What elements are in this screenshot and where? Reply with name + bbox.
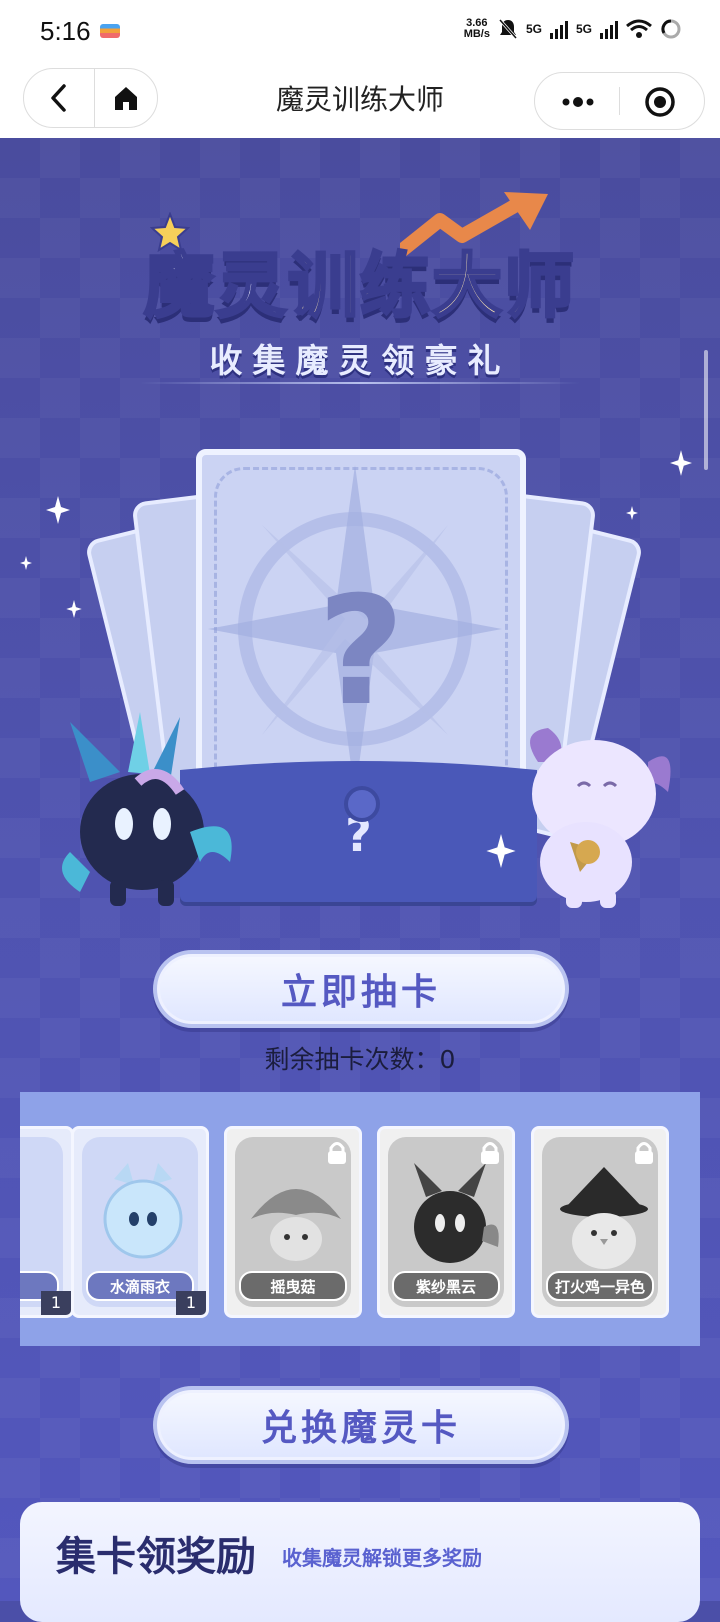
- fire-chicken-creature-image: [560, 1167, 648, 1269]
- card-name-bar: 摇曳菇: [239, 1271, 347, 1301]
- status-bar: 5:16 3.66 MB/s 5G 5G: [0, 0, 720, 64]
- sparkle-icon: [626, 506, 638, 520]
- sparkle-icon: [20, 556, 32, 570]
- status-time: 5:16: [40, 16, 91, 46]
- card-count-badge: 1: [41, 1291, 71, 1315]
- battery-ring-icon: [661, 19, 681, 39]
- reward-subtitle: 收集魔灵解锁更多奖励: [282, 1546, 482, 1570]
- draw-card-label: 立即抽卡: [280, 972, 441, 1013]
- water-drop-creature-image: [103, 1163, 183, 1259]
- black-cloud-creature-image: [414, 1163, 499, 1263]
- card-collection-strip[interactable]: 1 水滴雨衣 1 摇曳菇 紫纱黑云 打火鸡一异色: [20, 1092, 700, 1346]
- sparkle-icon: [670, 450, 692, 476]
- sparkle-icon: [66, 600, 82, 618]
- collection-card-locked[interactable]: 摇曳菇: [224, 1126, 362, 1318]
- sparkle-icon: [46, 496, 70, 524]
- banner-subtitle: 收集魔灵领豪礼: [209, 341, 511, 380]
- network-speed: 3.66 MB/s: [463, 17, 490, 40]
- banner-title-part1: 魔灵: [143, 244, 288, 329]
- signal-bars-1-icon: [549, 19, 568, 39]
- signal-label-2: 5G: [575, 22, 592, 36]
- remaining-draws-label: 剩余抽卡次数：: [264, 1045, 440, 1074]
- draw-card-button[interactable]: 立即抽卡: [153, 950, 569, 1028]
- nav-right-capsule: [534, 72, 705, 130]
- close-miniapp-button[interactable]: [625, 73, 695, 131]
- more-button[interactable]: [543, 73, 613, 131]
- remaining-draws-count: 0: [439, 1045, 456, 1074]
- subtitle-divider: [140, 382, 580, 384]
- collection-card[interactable]: 1: [20, 1126, 74, 1318]
- signal-label-1: 5G: [525, 22, 542, 36]
- mute-bell-icon: [498, 19, 518, 39]
- card-name-bar: 紫纱黑云: [392, 1271, 500, 1301]
- mushroom-creature-image: [251, 1189, 341, 1261]
- collection-card-locked[interactable]: 紫纱黑云: [377, 1126, 515, 1318]
- banner-title: 魔灵训练大师: [0, 230, 720, 331]
- remaining-draws: 剩余抽卡次数：0: [0, 1040, 720, 1076]
- collection-card[interactable]: 水滴雨衣 1: [71, 1126, 209, 1318]
- lock-icon: [481, 1142, 499, 1164]
- signal-bars-2-icon: [600, 19, 618, 39]
- card-name-bar: 打火鸡一异色: [546, 1271, 654, 1301]
- collection-card-locked[interactable]: 打火鸡一异色: [531, 1126, 669, 1318]
- collect-reward-panel: 集卡领奖励 收集魔灵解锁更多奖励: [20, 1502, 700, 1622]
- wifi-icon: [626, 19, 652, 38]
- exchange-card-label: 兑换魔灵卡: [260, 1408, 461, 1449]
- dark-creature-mascot: [62, 712, 232, 906]
- lock-icon: [328, 1142, 346, 1164]
- envelope-seal: [344, 786, 380, 822]
- status-indicators: 3.66 MB/s 5G 5G: [464, 18, 682, 40]
- nav-bar: 魔灵训练大师: [0, 64, 720, 138]
- app-notification-icon: [100, 24, 120, 38]
- lock-icon: [635, 1142, 653, 1164]
- card-count-badge: 1: [176, 1291, 206, 1315]
- target-circle-icon: [645, 87, 675, 117]
- exchange-card-button[interactable]: 兑换魔灵卡: [153, 1386, 569, 1464]
- reward-title: 集卡领奖励: [56, 1534, 256, 1580]
- mystery-question-mark: ?: [317, 565, 405, 739]
- white-goat-mascot: [530, 728, 671, 908]
- banner-title-part2: 训练大师: [287, 244, 576, 329]
- more-dots-icon: [562, 97, 594, 107]
